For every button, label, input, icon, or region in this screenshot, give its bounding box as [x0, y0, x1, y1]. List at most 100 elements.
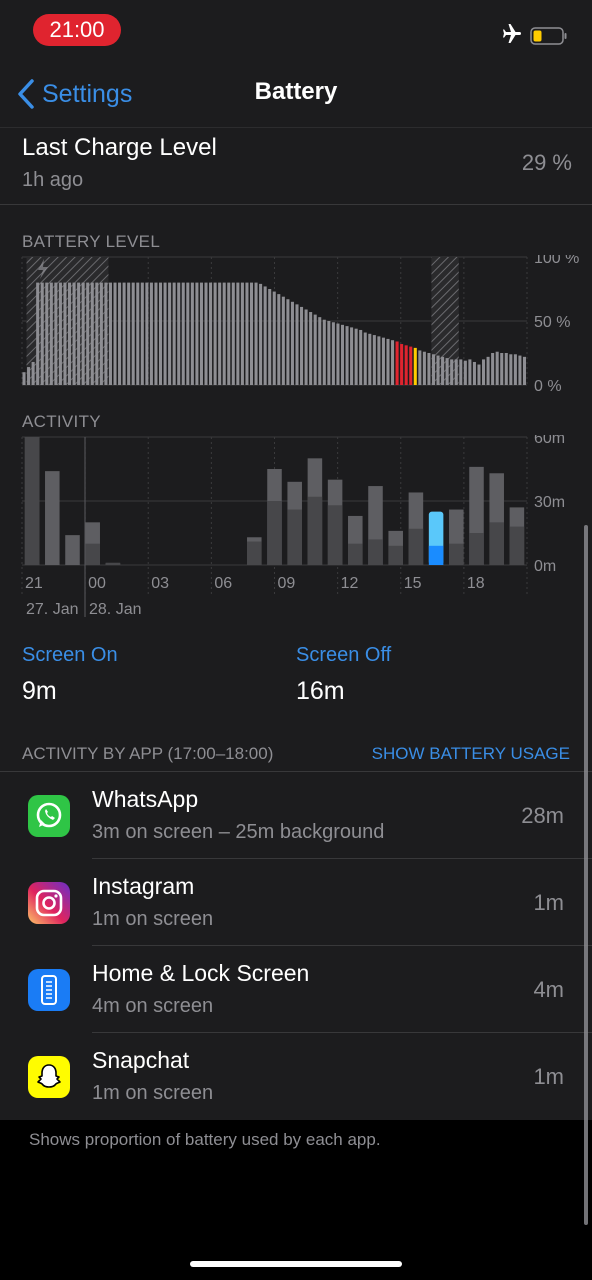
activity-bar-screen-on	[267, 501, 282, 565]
battery-level-bar	[454, 359, 458, 385]
battery-level-bar	[113, 282, 117, 385]
phone-screen-icon	[28, 969, 70, 1011]
battery-level-bar	[500, 353, 504, 385]
battery-icon	[530, 27, 567, 45]
activity-bar-screen-on	[489, 522, 504, 565]
activity-tick-60m: 60m	[534, 435, 565, 447]
home-indicator[interactable]	[190, 1261, 402, 1267]
battery-level-bar	[218, 282, 222, 385]
battery-level-bar	[495, 351, 499, 385]
battery-level-bar	[482, 359, 486, 385]
status-time[interactable]: 21:00	[33, 14, 121, 46]
battery-level-bar	[381, 337, 385, 385]
activity-x-label: 12	[341, 575, 359, 592]
battery-level-bar	[67, 282, 72, 385]
status-bar: 21:00	[0, 0, 592, 60]
battery-level-bar	[163, 282, 167, 385]
battery-level-bar	[45, 282, 49, 385]
page-title: Battery	[254, 78, 338, 105]
activity-bar-screen-on	[307, 496, 323, 565]
battery-level-bar	[27, 367, 31, 385]
battery-level-bar	[90, 282, 94, 385]
battery-level-bar	[372, 335, 376, 385]
activity-x-label: 15	[404, 575, 422, 592]
instagram-icon	[28, 882, 70, 924]
battery-level-bar	[168, 282, 172, 385]
show-battery-usage-button[interactable]: SHOW BATTERY USAGE	[372, 744, 570, 764]
battery-level-bar	[336, 323, 340, 385]
scroll-indicator[interactable]	[584, 525, 588, 1225]
battery-level-bar	[350, 327, 354, 385]
app-detail: 1m on screen	[92, 1082, 214, 1104]
battery-level-bar	[518, 355, 522, 385]
app-name: WhatsApp	[92, 786, 199, 812]
activity-bar-screen-on	[388, 545, 403, 565]
last-charge-title: Last Charge Level	[22, 134, 217, 161]
battery-level-bar	[404, 345, 408, 385]
battery-level-bar	[104, 282, 108, 385]
battery-level-bar	[290, 301, 294, 385]
battery-level-bar	[377, 336, 381, 385]
battery-level-bar	[300, 306, 304, 385]
battery-level-bar	[190, 282, 194, 385]
battery-tick-100: 100 %	[534, 255, 579, 267]
battery-level-bar	[254, 282, 258, 385]
battery-level-bar	[418, 350, 422, 385]
battery-level-bar	[240, 282, 244, 385]
app-row-whatsapp[interactable]: WhatsApp 3m on screen – 25m background 2…	[0, 772, 592, 859]
last-charge-row: Last Charge Level 1h ago 29 %	[0, 128, 592, 205]
battery-level-bar	[409, 346, 413, 385]
battery-level-bar	[459, 359, 463, 385]
activity-x-label: 00	[88, 575, 106, 592]
app-detail: 1m on screen	[92, 908, 214, 930]
activity-x-label: 18	[467, 575, 485, 592]
battery-level-bar	[186, 282, 190, 385]
battery-level-bar	[99, 282, 103, 385]
battery-level-bar	[136, 282, 140, 385]
activity-chart[interactable]: 60m 30m 0m 21 00 03 06 09 12 15 18 27. Jan 28. …	[0, 435, 592, 620]
battery-level-bar	[259, 283, 263, 385]
battery-level-bar	[263, 286, 267, 385]
battery-level-bar	[436, 355, 440, 385]
activity-bar-screen-on	[449, 543, 464, 565]
app-time: 1m	[533, 890, 564, 915]
battery-level-bar	[40, 282, 44, 385]
battery-level-bar	[327, 321, 331, 385]
battery-level-bar	[145, 282, 149, 385]
footer-note: Shows proportion of battery used by each…	[29, 1130, 381, 1149]
battery-level-bar	[472, 361, 476, 385]
activity-bar-screen-off	[45, 471, 60, 565]
app-row-instagram[interactable]: Instagram 1m on screen 1m	[0, 859, 592, 946]
battery-level-bar	[63, 282, 67, 385]
battery-level-bar	[49, 282, 53, 385]
activity-x-label: 21	[25, 575, 43, 592]
battery-tick-50: 50 %	[534, 314, 570, 331]
battery-level-bar	[318, 317, 322, 385]
battery-level-bar	[304, 309, 308, 385]
battery-level-bar	[463, 360, 467, 385]
screen-on-stat: Screen On 9m	[22, 644, 118, 706]
app-row-home-lock-screen[interactable]: Home & Lock Screen 4m on screen 4m	[0, 946, 592, 1033]
battery-level-bar	[354, 328, 358, 385]
charging-period	[431, 257, 459, 385]
battery-level-bar	[209, 282, 213, 385]
app-name: Instagram	[92, 873, 195, 899]
battery-level-chart[interactable]: 100 % 50 % 0 %	[0, 255, 592, 395]
activity-bar-screen-on	[105, 562, 121, 565]
battery-level-bar	[149, 282, 153, 385]
app-name: Home & Lock Screen	[92, 960, 310, 986]
battery-level-bar	[199, 282, 203, 385]
battery-level-bar	[54, 282, 58, 385]
battery-level-bar	[77, 282, 81, 385]
battery-level-bar	[477, 364, 481, 385]
battery-level-bar	[140, 282, 144, 385]
activity-bar-screen-on	[469, 533, 484, 565]
activity-tick-30m: 30m	[534, 494, 565, 511]
battery-level-bar	[277, 294, 281, 385]
screen-off-stat: Screen Off 16m	[296, 644, 391, 706]
battery-level-bar	[413, 347, 417, 385]
app-row-snapchat[interactable]: Snapchat 1m on screen 1m	[0, 1033, 592, 1120]
whatsapp-icon	[28, 795, 70, 837]
battery-level-bar	[313, 314, 317, 385]
battery-level-bar	[236, 282, 240, 385]
